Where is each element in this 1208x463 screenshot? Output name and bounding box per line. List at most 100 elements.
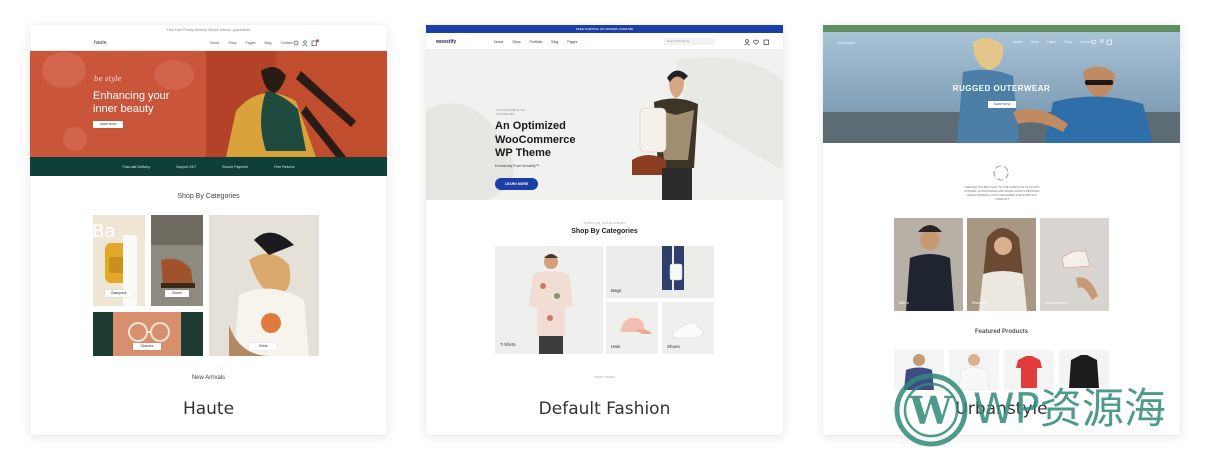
category-tile-tshirts[interactable]: T-Shirts [495, 246, 603, 354]
hero-heading-line-1: Enhancing your [93, 90, 170, 102]
menu-item-blog[interactable]: Blog [264, 41, 271, 45]
menu-item-shop[interactable]: Shop [228, 41, 236, 45]
categories-heading: Shop By Categories [571, 228, 638, 235]
category-label: Mens [899, 300, 909, 305]
menu-item-home[interactable]: Home [1013, 40, 1022, 44]
menu-item-shop[interactable]: Shop [512, 40, 520, 44]
feature-support: Support 24/7 [176, 164, 197, 169]
category-label: Shoes [667, 344, 680, 349]
category-tile-accessories[interactable]: Accessories [1040, 218, 1109, 311]
hero-script: be style [94, 75, 122, 83]
hero-left-panel: be style Enhancing your inner beauty SHO… [30, 51, 206, 157]
watermark: W WP资源海 [893, 372, 1193, 448]
feature-payment: Secure Payment [222, 164, 249, 169]
brand-emblem-icon [993, 165, 1009, 181]
feature-delivery: Fast-rate Delivery [122, 164, 151, 169]
category-tile-shoes[interactable]: Shoes [151, 215, 203, 306]
category-label: Hats [611, 344, 621, 349]
category-tile-hats[interactable]: Hats [606, 302, 658, 354]
menu-item-pages[interactable]: Pages [1047, 40, 1057, 44]
hero-kicker: SUSTAINABLE BY STANDARD [496, 108, 526, 116]
category-tile-womens[interactable]: Womens [967, 218, 1036, 311]
header-icons[interactable] [744, 38, 774, 46]
category-label: Shirts [249, 343, 277, 350]
site-logo[interactable]: urbanstyle [837, 40, 855, 45]
category-tile-mens[interactable]: Mens [894, 218, 963, 311]
menu-item-contact[interactable]: Contact [1079, 40, 1091, 44]
hero-shop-button[interactable]: SHOP NOW [93, 121, 123, 128]
tshirts-photo [495, 246, 603, 354]
new-items-kicker: NEW ITEMS [594, 375, 615, 379]
main-menu: Home Shop Portfolio Blog Pages [494, 40, 577, 44]
category-tile-shirts[interactable]: Shirts [209, 215, 319, 356]
menu-item-portfolio[interactable]: Portfolio [530, 40, 543, 44]
hero-heading: RUGGED OUTERWEAR [952, 84, 1051, 93]
announcement-bar: Free Fast Priority delivery, Simple retu… [166, 28, 251, 32]
site-logo[interactable]: haute [94, 40, 107, 46]
theme-card-haute[interactable]: Free Fast Priority delivery, Simple retu… [30, 25, 387, 435]
category-label: Backpack [105, 290, 133, 297]
hero-banner: be style Enhancing your inner beauty SHO… [30, 51, 387, 157]
svg-text:W: W [909, 388, 954, 433]
search-input[interactable]: Search Products [664, 38, 714, 45]
category-label: Shoes [165, 290, 189, 297]
hero-subtitle: Exclusively From Woostify™ [495, 164, 540, 168]
svg-text:Ba: Ba [93, 221, 115, 242]
category-tile-bags[interactable]: Bags [606, 246, 714, 298]
header-icons[interactable] [1091, 38, 1113, 46]
menu-item-blog[interactable]: Blog [1064, 40, 1071, 44]
hero-heading-line-2: inner beauty [93, 103, 154, 115]
category-label: Glasses [133, 343, 161, 350]
menu-item-home[interactable]: Home [210, 41, 219, 45]
bags-photo [606, 246, 714, 298]
accessories-photo [1040, 218, 1109, 311]
category-label: Accessories [1045, 300, 1067, 305]
shirts-photo [209, 215, 319, 356]
intro-paragraph: URBANSTYLE BROUGHT TO THE WORLD OF CLOTH… [964, 185, 1040, 201]
menu-item-home[interactable]: Home [494, 40, 503, 44]
announcement-bar: FREE SHIPPING ON ORDERS OVER $50 [426, 25, 783, 33]
header-nav: woostify Home Shop Portfolio Blog Pages … [426, 33, 783, 50]
hero-heading: An Optimized WooCommerce WP Theme [495, 120, 575, 161]
watermark-text: WP资源海 [973, 384, 1166, 433]
menu-item-blog[interactable]: Blog [551, 40, 558, 44]
categories-kicker: POPULAR CATEGORIES [583, 221, 626, 225]
theme-card-default-fashion[interactable]: FREE SHIPPING ON ORDERS OVER $50 woostif… [426, 25, 783, 435]
features-strip: Fast-rate Delivery Support 24/7 Secure P… [30, 157, 387, 176]
hero-background [426, 57, 783, 200]
category-tile-backpack[interactable]: Ba Backpack [93, 215, 145, 306]
main-menu: Home Shop Pages Blog Contact [1013, 40, 1092, 44]
category-tile-glasses[interactable]: Glasses [93, 312, 203, 356]
hero-photo [206, 51, 387, 157]
menu-item-pages[interactable]: Pages [246, 41, 256, 45]
featured-heading: Featured Products [974, 329, 1028, 335]
category-label: Womens [972, 300, 988, 305]
site-logo[interactable]: woostify [436, 39, 456, 45]
menu-item-shop[interactable]: Shop [1030, 40, 1038, 44]
theme-title: Default Fashion [538, 399, 671, 419]
hero-learn-more-button[interactable]: LEARN MORE [495, 178, 538, 190]
womens-photo [967, 218, 1036, 311]
main-menu: Home Shop Pages Blog Contact [210, 41, 293, 45]
theme-title: Haute [182, 399, 235, 419]
new-arrivals-heading: New Arrivals [191, 375, 226, 381]
categories-heading: Shop By Categories [177, 193, 240, 200]
header-nav: haute Home Shop Pages Blog Contact [30, 35, 387, 51]
announcement-bar [823, 25, 1180, 32]
menu-item-contact[interactable]: Contact [280, 41, 292, 45]
header-icons[interactable] [293, 39, 321, 47]
hero-heading-line-1: An Optimized [495, 120, 566, 132]
category-label: Bags [611, 288, 622, 293]
hero-banner: urbanstyle Home Shop Pages Blog Contact … [823, 32, 1180, 143]
hero-shop-button[interactable]: SHOP NOW [988, 101, 1016, 108]
hero-banner: SUSTAINABLE BY STANDARD An Optimized Woo… [426, 50, 783, 200]
hero-heading-line-2: WooCommerce [495, 133, 576, 146]
category-label: T-Shirts [500, 342, 516, 347]
menu-item-pages[interactable]: Pages [567, 40, 577, 44]
hero-kicker-line-2: STANDARD [496, 112, 515, 116]
hero-heading: Enhancing your inner beauty [93, 90, 169, 116]
mens-photo [894, 218, 963, 311]
hero-heading-line-3: WP Theme [495, 147, 552, 159]
feature-returns: Free Returns [274, 164, 295, 169]
category-tile-shoes[interactable]: Shoes [662, 302, 714, 354]
